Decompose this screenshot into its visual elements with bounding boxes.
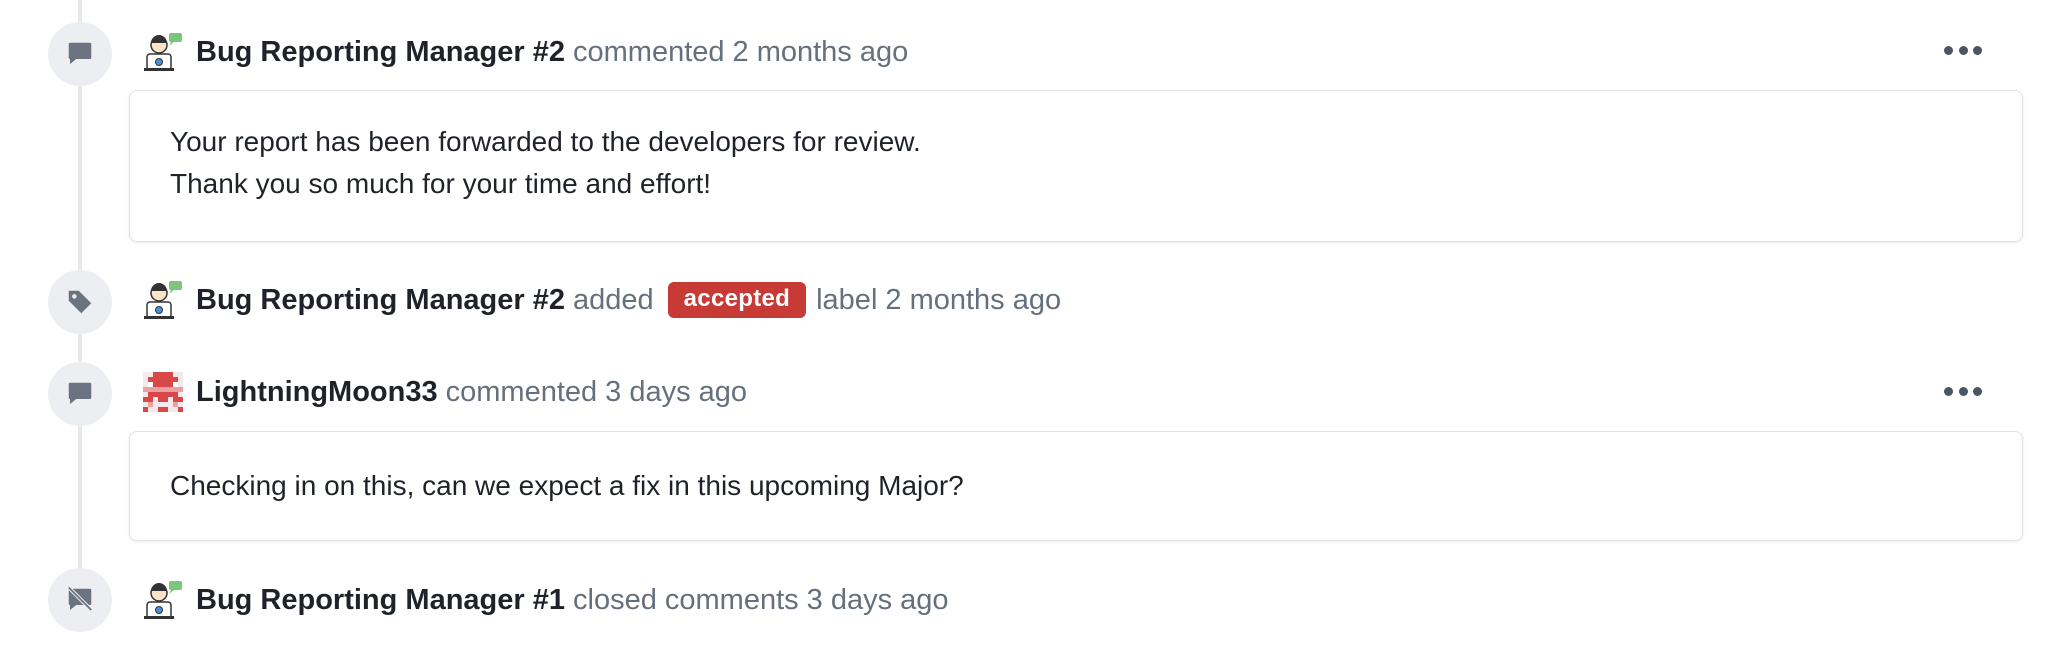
event-time[interactable]: 2 months ago xyxy=(733,36,909,69)
event-header: Bug Reporting Manager #2 commented 2 mon… xyxy=(143,32,908,72)
pixel-avatar xyxy=(143,372,183,412)
event-action: closed comments xyxy=(573,583,799,616)
tag-icon xyxy=(48,270,112,334)
bug-manager-avatar xyxy=(144,581,182,619)
more-options-icon[interactable] xyxy=(1944,44,1982,56)
event-action: added xyxy=(573,283,654,316)
event-time[interactable]: 2 months ago xyxy=(885,284,1061,317)
event-suffix: label xyxy=(816,283,878,316)
comment-line: Your report has been forwarded to the de… xyxy=(170,126,921,157)
comment-line: Thank you so much for your time and effo… xyxy=(170,168,712,199)
event-header: Bug Reporting Manager #1 closed comments… xyxy=(143,580,949,620)
event-header: LightningMoon33 commented 3 days ago xyxy=(143,372,747,412)
comment-icon xyxy=(48,22,112,86)
event-time[interactable]: 3 days ago xyxy=(807,584,949,617)
comment-icon xyxy=(48,362,112,426)
comment-body: Checking in on this, can we expect a fix… xyxy=(129,431,2023,541)
author-name[interactable]: LightningMoon33 xyxy=(196,376,438,409)
event-time[interactable]: 3 days ago xyxy=(605,376,747,409)
issue-timeline: Bug Reporting Manager #2 commented 2 mon… xyxy=(0,0,2072,660)
bug-manager-avatar xyxy=(144,33,182,71)
event-action: commented xyxy=(445,375,598,408)
comment-body: Your report has been forwarded to the de… xyxy=(129,90,2023,242)
event-action: commented xyxy=(573,35,725,68)
more-options-icon[interactable] xyxy=(1944,385,1982,397)
author-name[interactable]: Bug Reporting Manager #1 xyxy=(196,584,565,617)
label-badge[interactable]: accepted xyxy=(667,282,807,318)
comment-line: Checking in on this, can we expect a fix… xyxy=(170,470,964,501)
comment-off-icon xyxy=(48,568,112,632)
author-name[interactable]: Bug Reporting Manager #2 xyxy=(196,284,565,317)
author-name[interactable]: Bug Reporting Manager #2 xyxy=(196,36,565,69)
event-header: Bug Reporting Manager #2 added accepted … xyxy=(143,280,1061,320)
bug-manager-avatar xyxy=(144,281,182,319)
